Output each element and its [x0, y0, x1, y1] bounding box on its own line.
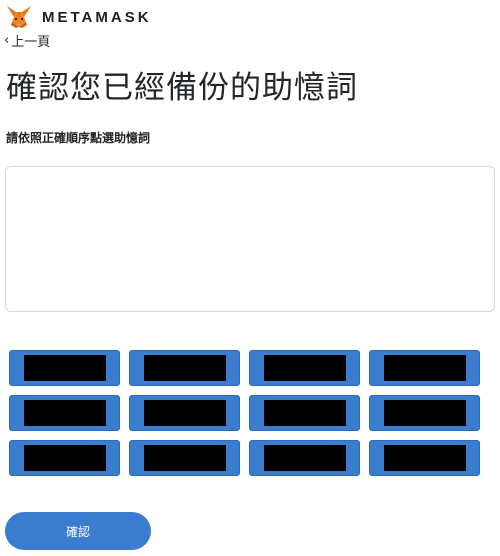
seed-word-chip[interactable]: [249, 440, 360, 476]
metamask-fox-icon: [7, 6, 31, 28]
redaction-block: [23, 400, 106, 426]
instruction-text: 請依照正確順序點選助憶詞: [6, 131, 151, 145]
seed-word-chip[interactable]: [369, 395, 480, 431]
redaction-block: [383, 355, 466, 381]
redaction-block: [143, 400, 226, 426]
seed-word-chip[interactable]: [9, 440, 120, 476]
redaction-block: [263, 400, 346, 426]
page-title: 確認您已經備份的助憶詞: [6, 70, 358, 106]
seed-word-chip[interactable]: [129, 350, 240, 386]
redaction-block: [23, 355, 106, 381]
brand-wordmark: METAMASK: [42, 8, 152, 26]
seed-word-chip[interactable]: [129, 440, 240, 476]
redaction-block: [383, 445, 466, 471]
seed-word-chip[interactable]: [369, 350, 480, 386]
confirm-button[interactable]: 確認: [5, 512, 151, 550]
seed-word-chip[interactable]: [249, 350, 360, 386]
back-link-label: 上一頁: [11, 35, 51, 50]
redaction-block: [383, 400, 466, 426]
redaction-block: [143, 445, 226, 471]
redaction-block: [143, 355, 226, 381]
seed-word-chip[interactable]: [369, 440, 480, 476]
chevron-left-icon: ‹: [4, 33, 10, 48]
seed-word-chip[interactable]: [9, 395, 120, 431]
redaction-block: [23, 445, 106, 471]
seed-word-chip[interactable]: [9, 350, 120, 386]
redaction-block: [263, 445, 346, 471]
seed-word-chip[interactable]: [129, 395, 240, 431]
selected-words-area[interactable]: [5, 166, 495, 312]
back-link[interactable]: ‹ 上一頁: [4, 31, 50, 50]
seed-word-grid: [9, 350, 480, 476]
app-header: METAMASK: [6, 4, 152, 30]
seed-word-chip[interactable]: [249, 395, 360, 431]
redaction-block: [263, 355, 346, 381]
